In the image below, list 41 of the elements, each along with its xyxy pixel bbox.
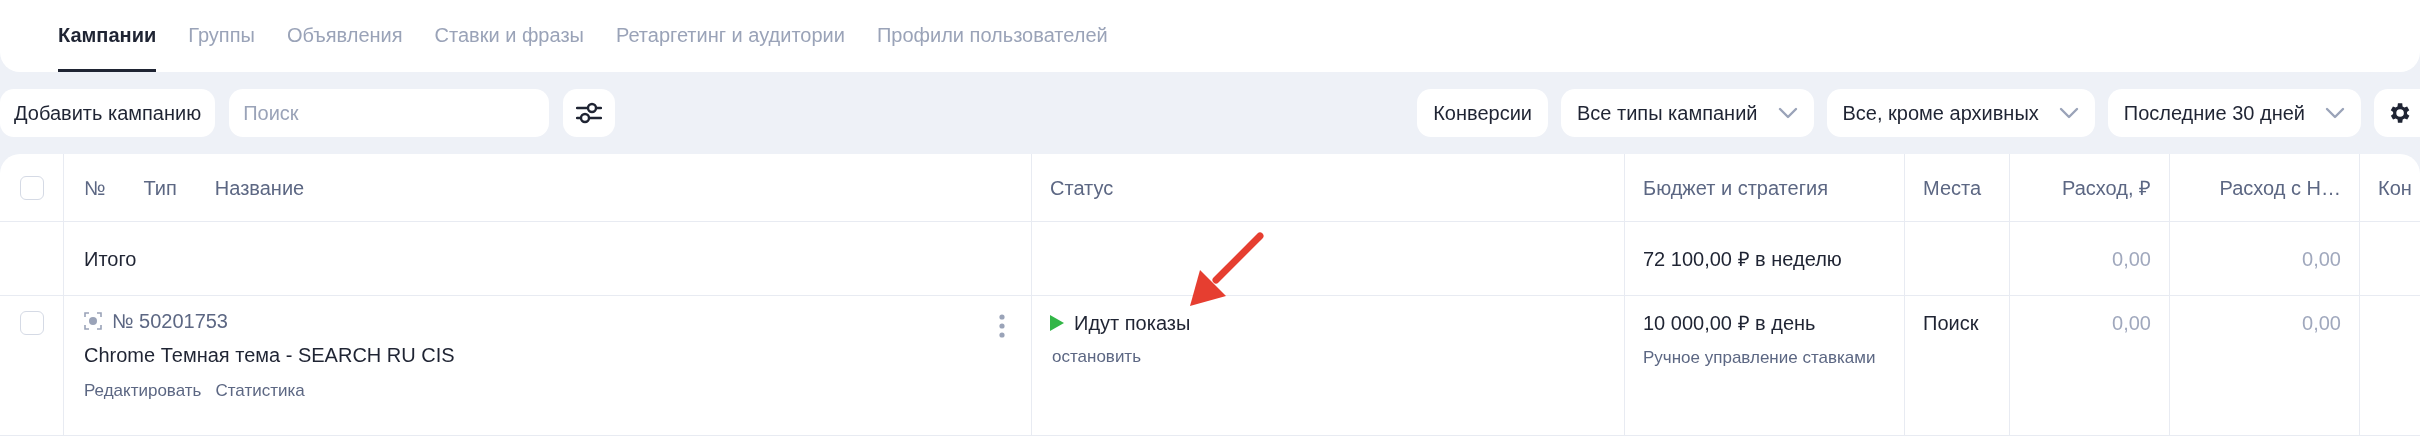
chevron-down-icon [2325, 107, 2345, 119]
column-header: Тип [143, 175, 177, 201]
spend-value: 0,00 [2112, 312, 2151, 334]
filter-settings-button[interactable] [563, 89, 616, 137]
column-header: Статус [1050, 175, 1114, 201]
checkbox[interactable] [19, 311, 44, 335]
settings-button[interactable] [2374, 89, 2420, 137]
chevron-down-icon [1777, 107, 1798, 119]
checkbox[interactable] [19, 175, 44, 200]
chevron-down-icon [2058, 107, 2079, 119]
filter-dropdown[interactable]: Последние 30 дней [2107, 89, 2361, 137]
total-budget: 72 100,00 ₽ в неделю [1643, 246, 1842, 272]
stop-link[interactable]: остановить [1052, 344, 1142, 370]
status-text: Идут показы [1074, 311, 1191, 336]
column-header: Расход, ₽ [2061, 175, 2151, 201]
campaign-name: Chrome Темная тема - SEARCH RU CIS [84, 343, 455, 368]
tab[interactable]: Кампании [58, 0, 157, 72]
column-header: Места [1923, 175, 1982, 201]
add-campaign-button[interactable]: Добавить кампанию [0, 89, 216, 137]
total-label: Итого [84, 246, 137, 272]
column-header: Бюджет и стратегия [1643, 175, 1828, 201]
column-header: Кон [2378, 175, 2412, 201]
more-icon[interactable] [999, 314, 1005, 338]
total-spend: 0,00 [2112, 246, 2151, 272]
sliders-icon [576, 102, 603, 124]
filter-dropdown[interactable]: Все типы кампаний [1561, 89, 1814, 137]
search-field[interactable]: Поиск [229, 89, 550, 137]
total-spend-vat: 0,00 [2302, 246, 2341, 272]
conversions-button[interactable]: Конверсии [1417, 89, 1548, 137]
action-link[interactable]: Статистика [215, 378, 305, 404]
filter-dropdown[interactable]: Все, кроме архивных [1826, 89, 2095, 137]
campaign-number: № 50201753 [112, 309, 228, 334]
spend-vat-value: 0,00 [2302, 312, 2341, 334]
column-header: Название [214, 175, 305, 201]
action-link[interactable]: Редактировать [84, 378, 202, 404]
column-header: Расход с Н… [2219, 175, 2341, 201]
budget-text: 10 000,00 ₽ в день [1643, 311, 1816, 336]
target-icon [84, 312, 102, 330]
strategy-text: Ручное управление ставками [1643, 347, 1877, 369]
column-header: № [84, 175, 106, 201]
places-text: Поиск [1923, 312, 1979, 334]
